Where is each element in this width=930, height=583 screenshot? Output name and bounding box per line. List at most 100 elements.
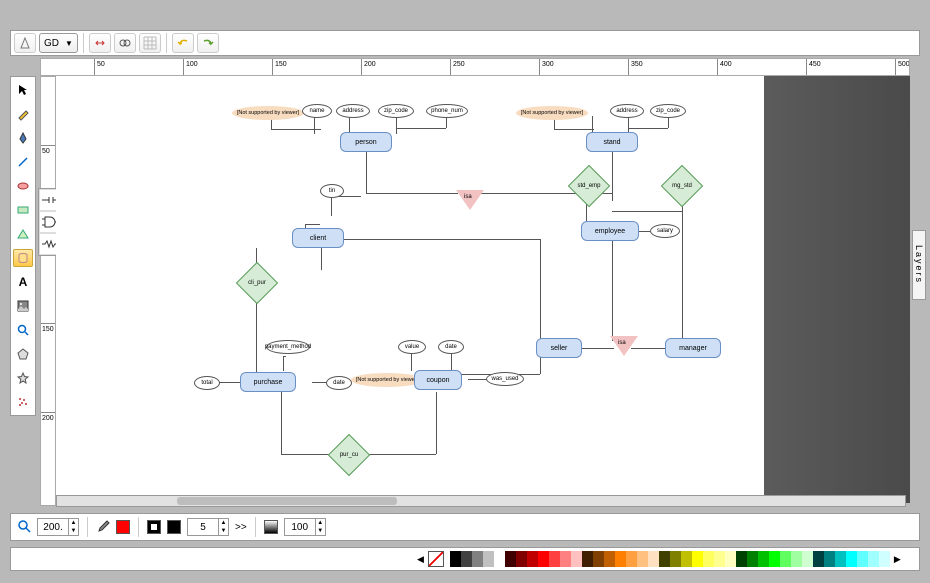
zoom-icon[interactable] <box>17 519 31 536</box>
color-chip-20[interactable] <box>670 551 681 567</box>
rel-std-emp[interactable]: std_emp <box>574 171 604 201</box>
entity-stand[interactable]: stand <box>586 132 638 152</box>
text-tool[interactable]: A <box>13 273 33 291</box>
rel-mg-std[interactable]: mg_std <box>667 171 697 201</box>
opacity-input[interactable]: ▲▼ <box>284 518 326 536</box>
fill-swatch[interactable] <box>116 520 130 534</box>
palette-left-arrow[interactable]: ◀ <box>417 554 424 565</box>
attr-salary[interactable]: salary <box>650 224 680 238</box>
color-chip-5[interactable] <box>505 551 516 567</box>
color-chip-27[interactable] <box>747 551 758 567</box>
color-chip-36[interactable] <box>846 551 857 567</box>
pan-button[interactable] <box>89 33 111 53</box>
polygon-tool[interactable] <box>13 345 33 363</box>
canvas-viewport[interactable]: [Not supported by viewer] [Not supported… <box>56 76 910 503</box>
attr-zip-code2[interactable]: zip_code <box>650 104 686 118</box>
note-coupon[interactable]: [Not supported by viewer] <box>351 373 423 387</box>
color-chip-9[interactable] <box>549 551 560 567</box>
entity-manager[interactable]: manager <box>665 338 721 358</box>
color-chip-38[interactable] <box>868 551 879 567</box>
color-chip-18[interactable] <box>648 551 659 567</box>
image-tool[interactable] <box>13 297 33 315</box>
attr-payment-method[interactable]: payment_method <box>266 340 310 354</box>
attr-zip-code[interactable]: zip_code <box>378 104 414 118</box>
entity-purchase[interactable]: purchase <box>240 372 296 392</box>
stroke-width[interactable]: ▲▼ <box>187 518 229 536</box>
color-chip-7[interactable] <box>527 551 538 567</box>
color-chip-26[interactable] <box>736 551 747 567</box>
attr-name[interactable]: name <box>302 104 332 118</box>
color-chip-21[interactable] <box>681 551 692 567</box>
entity-employee[interactable]: employee <box>581 221 639 241</box>
grid-button[interactable] <box>139 33 161 53</box>
rect-tool[interactable] <box>13 201 33 219</box>
color-chip-34[interactable] <box>824 551 835 567</box>
color-chip-29[interactable] <box>769 551 780 567</box>
color-chip-8[interactable] <box>538 551 549 567</box>
color-chip-24[interactable] <box>714 551 725 567</box>
undo-button[interactable] <box>172 33 194 53</box>
zoom-tool[interactable] <box>13 321 33 339</box>
color-chip-12[interactable] <box>582 551 593 567</box>
tempo-select[interactable]: GD ▼ <box>39 33 78 53</box>
no-color-chip[interactable] <box>428 551 444 567</box>
color-chip-11[interactable] <box>571 551 582 567</box>
attr-address[interactable]: address <box>336 104 370 118</box>
pencil-tool[interactable] <box>13 105 33 123</box>
attr-address2[interactable]: address <box>610 104 644 118</box>
entity-person[interactable]: person <box>340 132 392 152</box>
isa-person[interactable]: isa <box>456 190 484 210</box>
color-chip-15[interactable] <box>615 551 626 567</box>
layers-tab[interactable]: Layers <box>912 230 926 300</box>
note-stand[interactable]: [Not supported by viewer] <box>516 106 588 120</box>
scrollbar-horizontal[interactable] <box>56 495 906 507</box>
attr-date2[interactable]: date <box>438 340 464 354</box>
zoom-field[interactable] <box>38 522 68 533</box>
color-chip-19[interactable] <box>659 551 670 567</box>
color-chip-17[interactable] <box>637 551 648 567</box>
color-chip-10[interactable] <box>560 551 571 567</box>
color-chip-31[interactable] <box>791 551 802 567</box>
color-chip-2[interactable] <box>472 551 483 567</box>
attr-was-used[interactable]: was_used <box>486 372 524 386</box>
color-chip-37[interactable] <box>857 551 868 567</box>
attr-date[interactable]: date <box>326 376 352 390</box>
rel-cli-pur[interactable]: cli_pur <box>242 268 272 298</box>
stroke-swatch[interactable] <box>147 520 161 534</box>
stroke-color[interactable] <box>167 520 181 534</box>
palette-right-arrow[interactable]: ▶ <box>894 554 901 565</box>
ellipse-tool[interactable] <box>13 177 33 195</box>
tempo-icon-button[interactable] <box>14 33 36 53</box>
pointer-tool[interactable] <box>13 81 33 99</box>
attr-total[interactable]: total <box>194 376 220 390</box>
color-chip-28[interactable] <box>758 551 769 567</box>
cylinder-tool[interactable] <box>13 249 33 267</box>
color-chip-0[interactable] <box>450 551 461 567</box>
color-chip-6[interactable] <box>516 551 527 567</box>
opacity-field[interactable] <box>285 522 315 533</box>
color-chip-16[interactable] <box>626 551 637 567</box>
overlap-button[interactable] <box>114 33 136 53</box>
eyedropper-icon[interactable] <box>96 519 110 536</box>
entity-coupon[interactable]: coupon <box>414 370 462 390</box>
zoom-down[interactable]: ▼ <box>68 527 78 535</box>
stroke-width-field[interactable] <box>188 522 218 533</box>
triangle-tool[interactable] <box>13 225 33 243</box>
line-tool[interactable] <box>13 153 33 171</box>
spray-tool[interactable] <box>13 393 33 411</box>
entity-seller[interactable]: seller <box>536 338 582 358</box>
attr-value[interactable]: value <box>398 340 426 354</box>
color-chip-1[interactable] <box>461 551 472 567</box>
redo-button[interactable] <box>197 33 219 53</box>
color-chip-13[interactable] <box>593 551 604 567</box>
color-chip-3[interactable] <box>483 551 494 567</box>
zoom-input[interactable]: ▲▼ <box>37 518 79 536</box>
rel-pur-cu[interactable]: pur_cu <box>334 440 364 470</box>
color-chip-35[interactable] <box>835 551 846 567</box>
canvas[interactable]: [Not supported by viewer] [Not supported… <box>56 76 764 496</box>
note-person[interactable]: [Not supported by viewer] <box>232 106 304 120</box>
color-chip-39[interactable] <box>879 551 890 567</box>
color-chip-32[interactable] <box>802 551 813 567</box>
color-chip-33[interactable] <box>813 551 824 567</box>
pen-tool[interactable] <box>13 129 33 147</box>
